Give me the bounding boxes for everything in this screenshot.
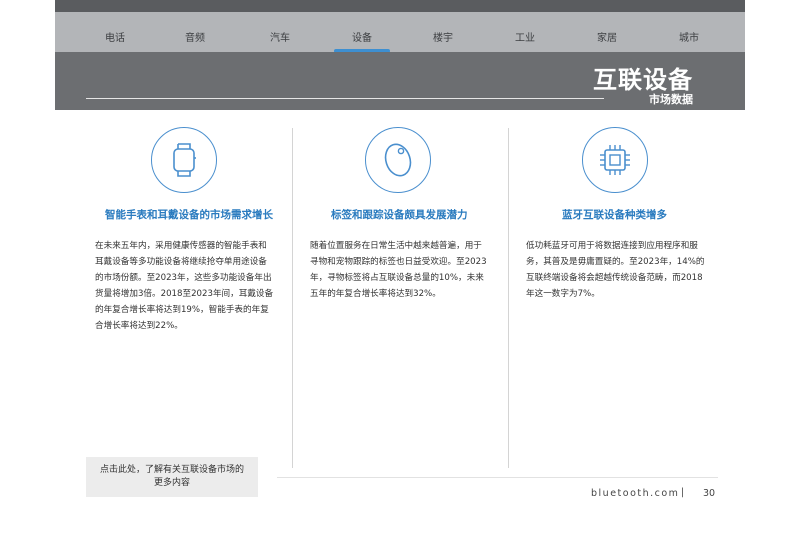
column-body-wearables: 在未来五年内，采用健康传感器的智能手表和 耳戴设备等多功能设备将继续抢夺单用途设…	[95, 241, 274, 331]
learn-more-line-1: 点击此处，了解有关互联设备市场的	[99, 465, 244, 475]
nav-item-audio[interactable]: 音频	[185, 29, 205, 44]
nav-item-devices[interactable]: 设备	[352, 29, 372, 44]
column-title-wearables: 智能手表和耳戴设备的市场需求增长	[105, 209, 273, 221]
chip-icon	[582, 127, 648, 193]
learn-more-line-2: 更多内容	[153, 478, 190, 488]
footer-separator: |	[681, 487, 685, 498]
top-strip	[55, 0, 745, 12]
nav-item-automotive[interactable]: 汽车	[270, 29, 290, 44]
column-body-trackers: 随着位置服务在日常生活中越来越普遍，用于 寻物和宠物跟踪的标签也日益受欢迎。至2…	[310, 241, 487, 299]
report-page: 电话 音频 汽车 设备 楼宇 工业 家居 城市 互联设备 市场数据 智能手表和耳…	[55, 0, 745, 533]
nav-item-industry[interactable]: 工业	[515, 29, 535, 44]
column-title-bluetooth-devices: 蓝牙互联设备种类增多	[562, 209, 667, 221]
footer-divider	[277, 477, 718, 478]
nav-item-buildings[interactable]: 楼宇	[433, 29, 453, 44]
nav-item-phone[interactable]: 电话	[105, 29, 125, 44]
column-body-bluetooth-devices: 低功耗蓝牙可用于将数据连接到应用程序和服 务，其普及是毋庸置疑的。至2023年，…	[526, 241, 705, 299]
page-subtitle: 市场数据	[649, 93, 693, 106]
section-nav: 电话 音频 汽车 设备 楼宇 工业 家居 城市	[55, 12, 745, 53]
tracker-tag-icon	[365, 127, 431, 193]
page-title: 互联设备	[593, 66, 693, 94]
page-header: 互联设备 市场数据	[55, 52, 745, 110]
nav-item-home[interactable]: 家居	[597, 29, 617, 44]
footer-website-link[interactable]: bluetooth.com	[591, 488, 679, 499]
smartwatch-icon	[151, 127, 217, 193]
page-number: 30	[703, 488, 716, 499]
column-divider	[292, 128, 293, 468]
learn-more-button[interactable]: 点击此处，了解有关互联设备市场的 更多内容	[86, 457, 258, 497]
nav-item-cities[interactable]: 城市	[679, 29, 699, 44]
column-divider	[508, 128, 509, 468]
header-divider	[86, 98, 604, 99]
column-title-trackers: 标签和跟踪设备颇具发展潜力	[331, 209, 468, 221]
